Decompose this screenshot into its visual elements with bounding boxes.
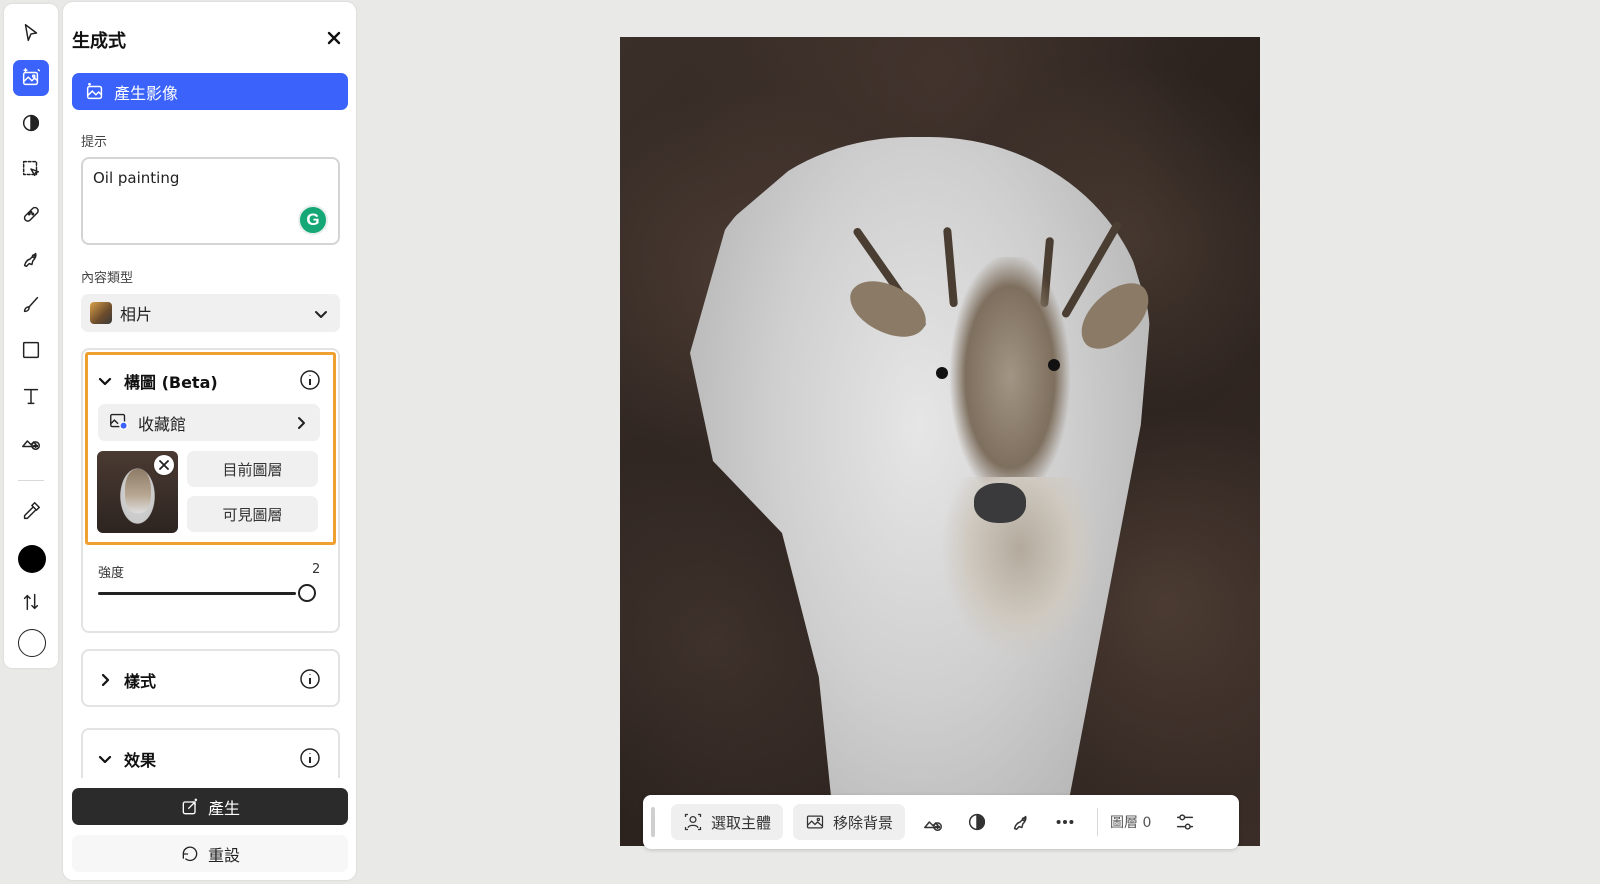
select-subject-icon	[684, 813, 702, 831]
layers-count[interactable]: 圖層 0	[1110, 812, 1151, 832]
content-type-value: 相片	[120, 305, 153, 324]
generate-button-label: 產生	[207, 798, 240, 818]
prompt-input[interactable]: Oil painting G	[81, 157, 340, 245]
remove-background-label: 移除背景	[833, 813, 894, 832]
effects-header[interactable]: 效果	[98, 747, 156, 771]
generate-image-label: 產生影像	[114, 83, 179, 103]
generate-button[interactable]: 產生	[72, 788, 348, 825]
style-header[interactable]: 樣式	[98, 668, 156, 692]
drag-handle[interactable]	[651, 807, 655, 837]
strength-slider-track[interactable]	[98, 592, 296, 595]
current-layer-button[interactable]: 目前圖層	[187, 451, 318, 487]
gallery-label: 收藏館	[138, 414, 187, 434]
chevron-right-icon	[101, 673, 110, 687]
adjust-icon[interactable]	[959, 804, 995, 840]
style-title: 樣式	[124, 672, 157, 691]
more-options-icon[interactable]	[1047, 804, 1083, 840]
eyedropper-icon[interactable]	[13, 493, 49, 529]
chevron-down-icon	[314, 306, 328, 320]
gallery-icon	[108, 410, 138, 436]
info-icon[interactable]	[299, 668, 321, 690]
generative-panel: 生成式 產生影像 提示 Oil painting G 內容類型 相片 構圖 (B…	[63, 2, 356, 880]
photo-icon	[90, 302, 112, 324]
taskbar-settings-icon[interactable]	[1167, 804, 1203, 840]
deer-eye-left	[936, 367, 948, 379]
generate-icon	[182, 798, 198, 814]
deer-eye-right	[1048, 359, 1060, 371]
text-tool-icon[interactable]	[13, 378, 49, 414]
remove-background-icon	[806, 815, 824, 829]
brush-tool-icon[interactable]	[13, 287, 49, 323]
info-icon[interactable]	[299, 369, 321, 391]
select-subject-label: 選取主體	[711, 813, 772, 832]
reference-image-thumbnail[interactable]	[97, 451, 178, 533]
panel-title: 生成式	[72, 31, 126, 52]
visible-layer-button[interactable]: 可見圖層	[187, 496, 318, 532]
generate-image-icon	[86, 82, 103, 99]
chevron-down-icon	[98, 377, 112, 386]
remove-background-button[interactable]: 移除背景	[793, 804, 906, 840]
prompt-text: Oil painting	[93, 169, 180, 187]
left-toolbar	[4, 4, 58, 668]
strength-value: 2	[312, 562, 321, 577]
swap-colors-icon[interactable]	[13, 584, 49, 620]
select-subject-button[interactable]: 選取主體	[671, 804, 784, 840]
generate-image-button[interactable]: 產生影像	[72, 73, 348, 110]
shape-tool-icon[interactable]	[13, 332, 49, 368]
composition-title: 構圖 (Beta)	[124, 373, 218, 392]
retouch-tool-icon[interactable]	[13, 196, 49, 232]
grammarly-icon[interactable]: G	[298, 205, 328, 235]
reset-button-label: 重設	[207, 845, 240, 865]
remove-reference-icon[interactable]	[154, 455, 174, 475]
content-type-select[interactable]: 相片	[81, 294, 340, 332]
background-color-swatch[interactable]	[18, 629, 46, 657]
effects-title: 效果	[124, 751, 157, 770]
deer-nose	[974, 483, 1026, 523]
gallery-button[interactable]: 收藏館	[98, 404, 320, 441]
composition-header[interactable]: 構圖 (Beta)	[98, 369, 218, 393]
quick-actions-icon[interactable]	[13, 241, 49, 277]
add-image-icon[interactable]	[13, 423, 49, 459]
reset-icon	[182, 845, 198, 861]
generative-tool-icon[interactable]	[13, 60, 49, 96]
add-image-icon[interactable]	[915, 804, 951, 840]
taskbar-divider	[1097, 808, 1099, 836]
chevron-down-icon	[98, 755, 112, 764]
foreground-color-swatch[interactable]	[18, 545, 46, 573]
reference-deer	[125, 469, 151, 513]
canvas-image[interactable]	[620, 37, 1260, 846]
content-type-label: 內容類型	[81, 271, 134, 286]
strength-slider-thumb[interactable]	[298, 584, 316, 602]
strength-label: 強度	[98, 566, 125, 581]
adjust-tool-icon[interactable]	[13, 105, 49, 141]
close-icon[interactable]	[324, 28, 344, 48]
contextual-taskbar: 選取主體 移除背景 圖層 0	[643, 795, 1239, 849]
quick-actions-icon[interactable]	[1003, 804, 1039, 840]
toolbar-divider	[18, 480, 44, 481]
select-tool-icon[interactable]	[13, 15, 49, 51]
info-icon[interactable]	[299, 747, 321, 769]
reset-button[interactable]: 重設	[72, 835, 348, 872]
chevron-right-icon	[294, 415, 308, 434]
selection-tool-icon[interactable]	[13, 151, 49, 187]
prompt-label: 提示	[81, 135, 108, 150]
